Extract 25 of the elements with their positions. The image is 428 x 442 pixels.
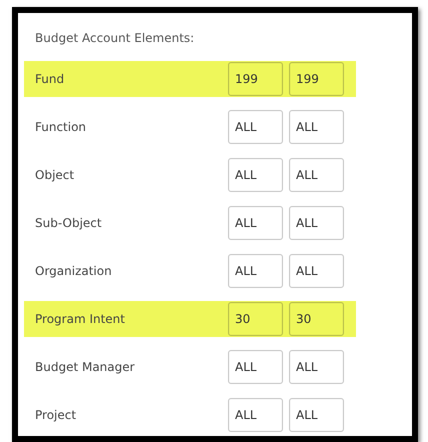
- field-label: Project: [35, 408, 78, 422]
- to-field[interactable]: ALL: [289, 206, 344, 240]
- to-field[interactable]: 30: [289, 302, 344, 336]
- from-field[interactable]: 30: [228, 302, 283, 336]
- field-label: Object: [35, 168, 76, 182]
- field-label: Fund: [35, 72, 66, 86]
- section-title: Budget Account Elements:: [34, 30, 196, 47]
- from-field[interactable]: 199: [228, 62, 283, 96]
- to-field[interactable]: ALL: [289, 350, 344, 384]
- from-field[interactable]: ALL: [228, 110, 283, 144]
- from-field[interactable]: ALL: [228, 158, 283, 192]
- to-field[interactable]: ALL: [289, 254, 344, 288]
- from-field[interactable]: ALL: [228, 254, 283, 288]
- to-field[interactable]: ALL: [289, 110, 344, 144]
- from-field[interactable]: ALL: [228, 206, 283, 240]
- field-label: Function: [35, 120, 88, 134]
- from-field[interactable]: ALL: [228, 398, 283, 432]
- to-field[interactable]: 199: [289, 62, 344, 96]
- from-field[interactable]: ALL: [228, 350, 283, 384]
- field-label: Program Intent: [35, 312, 126, 326]
- field-label: Sub-Object: [35, 216, 103, 230]
- to-field[interactable]: ALL: [289, 158, 344, 192]
- to-field[interactable]: ALL: [289, 398, 344, 432]
- field-label: Budget Manager: [35, 360, 136, 374]
- field-label: Organization: [35, 264, 113, 278]
